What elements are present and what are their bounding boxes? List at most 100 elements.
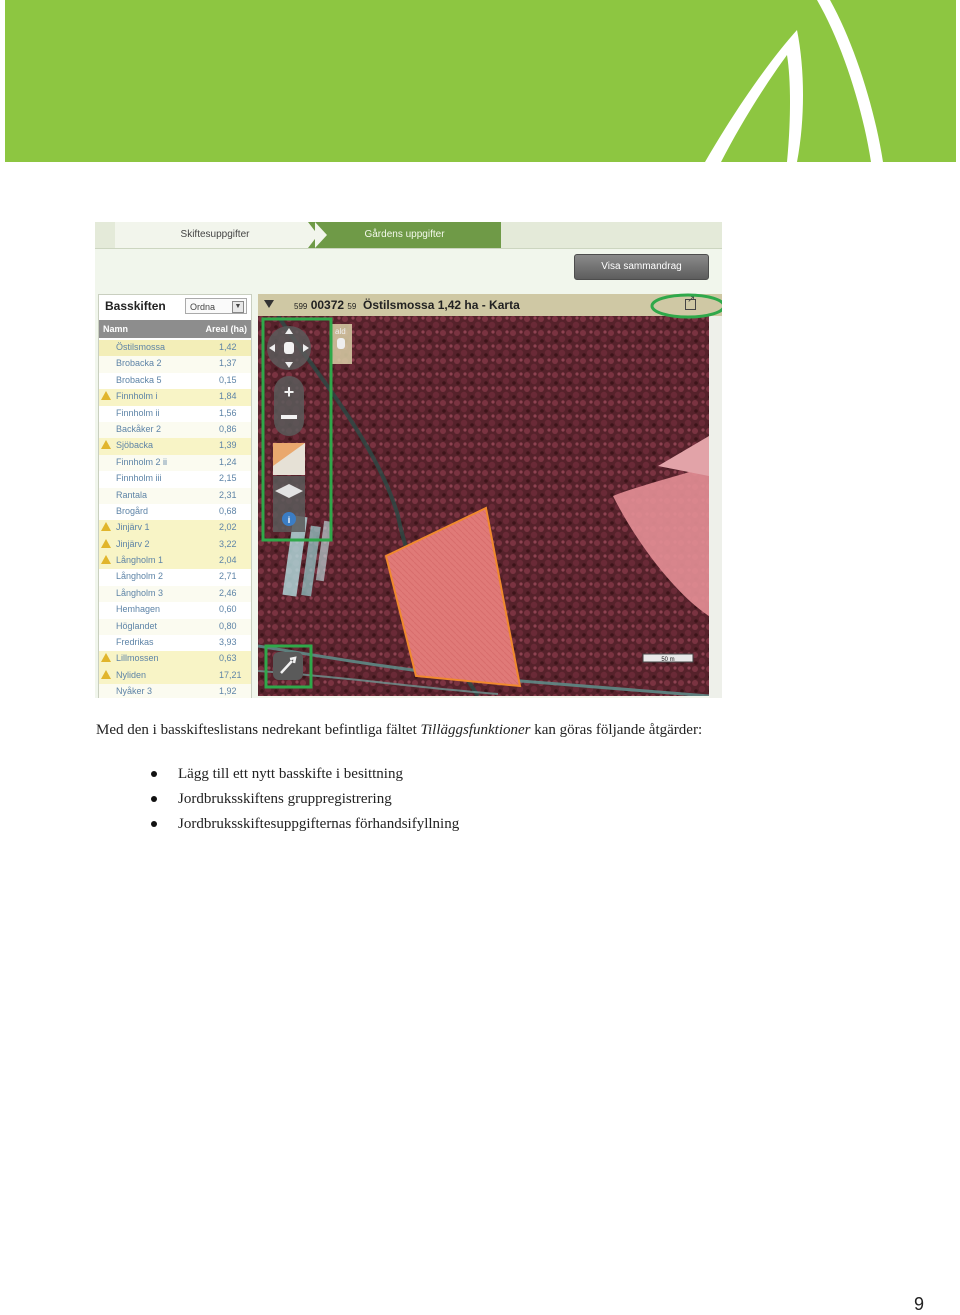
- tab-gardens-uppgifter[interactable]: Gårdens uppgifter: [308, 222, 501, 248]
- row-area: 1,42: [219, 342, 237, 352]
- table-row[interactable]: Långholm 3 2,46: [99, 585, 251, 603]
- id-main: 00372: [310, 298, 345, 312]
- row-name: Fredrikas: [116, 637, 154, 648]
- table-row[interactable]: Långholm 1 2,04: [99, 553, 251, 570]
- table-row[interactable]: Nyåker 3 1,92: [99, 684, 251, 698]
- hand-tool-icon[interactable]: [337, 338, 345, 349]
- show-summary-button[interactable]: Visa sammandrag: [574, 254, 709, 280]
- table-row[interactable]: Östilsmossa 1,42: [99, 340, 251, 357]
- table-row[interactable]: Brogård 0,68: [99, 503, 251, 521]
- row-name: Nyåker 3: [116, 686, 153, 697]
- row-name: Finnholm 2 ii: [116, 456, 168, 467]
- row-area: 0,63: [219, 653, 237, 664]
- id-suffix: 59: [347, 302, 357, 311]
- field-list-panel: Basskiften Ordna ▼ Namn Areal (ha) Östil…: [98, 294, 252, 698]
- row-name: Brobacka 5: [116, 374, 162, 385]
- intro-italic: Tilläggsfunktioner: [420, 722, 531, 738]
- table-row[interactable]: Finnholm iii 2,15: [99, 471, 251, 488]
- page-number: 9: [914, 1294, 925, 1314]
- list-title: Basskiften: [105, 299, 166, 313]
- row-area: 0,80: [219, 620, 237, 631]
- list-item: Jordbruksskiftens gruppregistrering: [150, 791, 459, 816]
- row-name: Brogård: [116, 505, 149, 516]
- map-scale: 50 m: [661, 657, 674, 663]
- row-area: 2,71: [219, 571, 237, 582]
- map-scrollbar[interactable]: [709, 316, 722, 698]
- row-name: Backåker 2: [116, 423, 162, 434]
- row-name: Finnholm ii: [116, 407, 160, 418]
- bullet-icon: [151, 796, 157, 802]
- row-area: 0,15: [219, 374, 237, 385]
- row-area: 0,86: [219, 423, 237, 434]
- row-area: 3,22: [219, 538, 237, 549]
- table-row[interactable]: Jinjärv 1 2,02: [99, 520, 251, 537]
- map-title: Östilsmossa 1,42 ha - Karta: [363, 298, 520, 312]
- row-area: 2,15: [219, 473, 237, 484]
- row-name: Rantala: [116, 489, 148, 500]
- chevron-down-icon[interactable]: ▼: [232, 301, 244, 313]
- header-banner: [5, 0, 956, 162]
- warning-icon: [101, 522, 111, 532]
- row-area: 1,84: [219, 391, 237, 402]
- row-name: Jinjärv 1: [116, 522, 150, 533]
- table-row[interactable]: Långholm 2 2,71: [99, 569, 251, 586]
- table-row[interactable]: Brobacka 2 1,37: [99, 356, 251, 373]
- table-row[interactable]: Rantala 2,31: [99, 487, 251, 504]
- zoom-in-icon[interactable]: +: [284, 382, 295, 402]
- app-screenshot: Skiftesuppgifter Gårdens uppgifter Visa …: [95, 222, 722, 698]
- row-name: Finnholm iii: [116, 473, 162, 484]
- row-area: 0,68: [219, 505, 237, 516]
- row-name: Höglandet: [116, 620, 158, 631]
- bullet-icon: [151, 771, 157, 777]
- hand-icon[interactable]: [284, 342, 294, 354]
- row-area: 2,31: [219, 489, 237, 500]
- open-external-icon[interactable]: [685, 294, 696, 310]
- map-header: 599 00372 59 Östilsmossa 1,42 ha - Karta: [258, 294, 722, 316]
- warning-icon: [101, 669, 111, 679]
- row-area: 2,04: [219, 555, 237, 566]
- tab-skiftesuppgifter[interactable]: Skiftesuppgifter: [115, 222, 327, 248]
- row-area: 2,46: [219, 587, 237, 598]
- row-name: Finnholm i: [116, 391, 158, 402]
- table-row[interactable]: Sjöbacka 1,39: [99, 438, 251, 455]
- table-row[interactable]: Hemhagen 0,60: [99, 602, 251, 619]
- row-name: Nyliden: [116, 669, 147, 680]
- id-prefix: 599: [294, 302, 308, 311]
- sort-select[interactable]: Ordna ▼: [185, 298, 247, 314]
- row-name: Jinjärv 2: [116, 538, 150, 549]
- warning-icon: [101, 538, 111, 548]
- bullet-text: Lägg till ett nytt basskifte i besittnin…: [178, 766, 403, 782]
- table-row[interactable]: Lillmossen 0,63: [99, 651, 251, 668]
- row-area: 1,92: [219, 686, 237, 697]
- column-area-header[interactable]: Areal (ha): [205, 324, 247, 334]
- table-row[interactable]: Fredrikas 3,93: [99, 635, 251, 652]
- table-row[interactable]: Brobacka 5 0,15: [99, 372, 251, 390]
- row-name: Hemhagen: [116, 604, 161, 615]
- table-row[interactable]: Finnholm 2 ii 1,24: [99, 454, 251, 472]
- collapse-triangle-icon[interactable]: [264, 300, 274, 308]
- list-rows: Östilsmossa 1,42 Brobacka 2 1,37 Brobacka 5 0…: [99, 340, 251, 698]
- row-area: 1,24: [219, 456, 237, 467]
- zoom-out-icon[interactable]: [281, 415, 297, 419]
- row-area: 1,37: [219, 358, 237, 369]
- svg-text:i: i: [288, 515, 291, 525]
- row-name: Långholm 3: [116, 587, 164, 598]
- table-row[interactable]: Höglandet 0,80: [99, 618, 251, 636]
- table-row[interactable]: Nyliden 17,21: [99, 667, 251, 685]
- aerial-map[interactable]: 50 m ald + i: [258, 316, 709, 696]
- list-item: Lägg till ett nytt basskifte i besittnin…: [150, 766, 459, 791]
- table-row[interactable]: Finnholm ii 1,56: [99, 405, 251, 422]
- warning-icon: [101, 555, 111, 565]
- row-name: Östilsmossa: [116, 342, 166, 352]
- table-row[interactable]: Finnholm i 1,84: [99, 389, 251, 406]
- table-row[interactable]: Jinjärv 2 3,22: [99, 536, 251, 554]
- intro-paragraph: Med den i basskifteslistans nedrekant be…: [96, 722, 702, 739]
- column-name-header[interactable]: Namn: [103, 324, 128, 334]
- table-row[interactable]: Backåker 2 0,86: [99, 421, 251, 439]
- layer-label: ald: [335, 327, 346, 336]
- action-list: Lägg till ett nytt basskifte i besittnin…: [150, 766, 459, 841]
- row-area: 17,21: [219, 669, 242, 680]
- leaf-logo-graphic: [705, 0, 883, 162]
- bullet-icon: [151, 821, 157, 827]
- row-area: 1,56: [219, 407, 237, 418]
